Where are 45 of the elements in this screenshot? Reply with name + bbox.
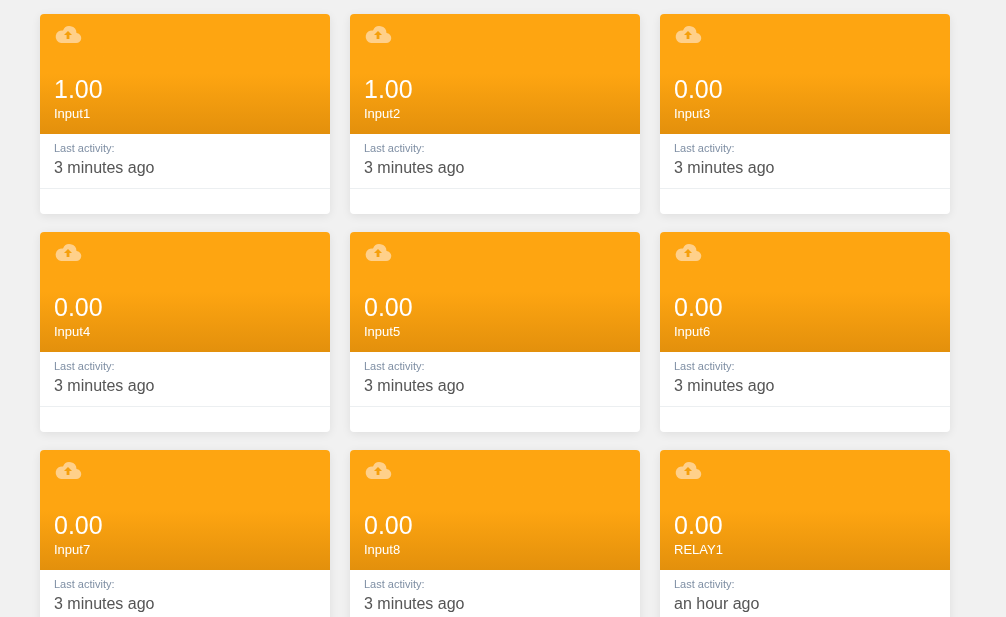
sensor-name: Input3 [674, 105, 711, 123]
sensor-value: 0.00 [674, 74, 723, 104]
activity-label: Last activity: [54, 577, 115, 592]
activity-time: an hour ago [674, 594, 760, 614]
activity-time: 3 minutes ago [54, 158, 155, 178]
activity-label: Last activity: [54, 359, 115, 374]
cloud-upload-icon [674, 460, 702, 480]
sensor-name: Input1 [54, 105, 91, 123]
sensor-value: 0.00 [364, 510, 413, 540]
activity-time: 3 minutes ago [674, 376, 775, 396]
activity-label: Last activity: [674, 577, 735, 592]
cloud-upload-icon [364, 460, 392, 480]
sensor-name: Input5 [364, 323, 401, 341]
cloud-upload-icon [54, 242, 82, 262]
sensor-name: Input8 [364, 541, 401, 559]
sensor-value: 0.00 [674, 292, 723, 322]
cloud-upload-icon [674, 24, 702, 44]
activity-label: Last activity: [364, 577, 425, 592]
activity-label: Last activity: [674, 359, 735, 374]
cloud-upload-icon [364, 24, 392, 44]
cloud-upload-icon [54, 460, 82, 480]
activity-time: 3 minutes ago [364, 158, 465, 178]
sensor-name: RELAY1 [674, 541, 723, 559]
sensor-value: 0.00 [364, 292, 413, 322]
sensor-value: 1.00 [54, 74, 103, 104]
sensor-name: Input2 [364, 105, 401, 123]
activity-label: Last activity: [364, 359, 425, 374]
activity-time: 3 minutes ago [54, 376, 155, 396]
sensor-value: 0.00 [54, 510, 103, 540]
activity-time: 3 minutes ago [364, 594, 465, 614]
activity-label: Last activity: [674, 141, 735, 156]
sensor-name: Input7 [54, 541, 91, 559]
cloud-upload-icon [54, 24, 82, 44]
cloud-upload-icon [674, 242, 702, 262]
sensor-name: Input4 [54, 323, 91, 341]
activity-label: Last activity: [364, 141, 425, 156]
activity-label: Last activity: [54, 141, 115, 156]
activity-time: 3 minutes ago [54, 594, 155, 614]
cloud-upload-icon [364, 242, 392, 262]
sensor-value: 0.00 [54, 292, 103, 322]
activity-time: 3 minutes ago [364, 376, 465, 396]
sensor-name: Input6 [674, 323, 711, 341]
sensor-value: 1.00 [364, 74, 413, 104]
sensor-value: 0.00 [674, 510, 723, 540]
activity-time: 3 minutes ago [674, 158, 775, 178]
